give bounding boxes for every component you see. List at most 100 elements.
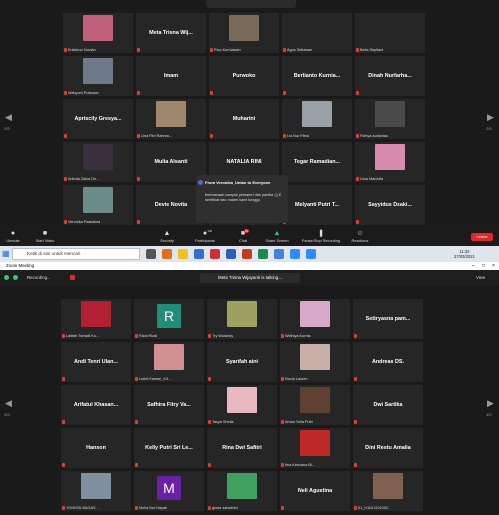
participant-tile[interactable]: Andreas DS. [352, 341, 424, 383]
app-icon-2[interactable] [274, 249, 284, 259]
participant-tile[interactable]: Rina Dwi Safitri [206, 427, 278, 469]
participant-tile[interactable]: Dinah Nurfarha... [354, 55, 426, 97]
participant-name: Muharini [232, 116, 256, 122]
participant-tile[interactable]: Apriscily Gresya... [62, 98, 134, 140]
pause-icon: ❚ [318, 230, 324, 237]
mic-muted-icon [137, 48, 140, 52]
participant-label: 01_H1101201002... [358, 506, 392, 510]
mic-muted-icon [137, 177, 140, 181]
recording-status[interactable]: Recording... [27, 275, 51, 280]
chrome-icon[interactable] [210, 249, 220, 259]
zoom-icon[interactable] [290, 249, 300, 259]
task-view-icon[interactable] [146, 249, 156, 259]
participant-tile[interactable]: Lisia Marchita [354, 141, 426, 183]
prev-page-icon-bottom[interactable]: ◀ [5, 398, 12, 409]
windows-start-icon[interactable]: ▦ [2, 250, 10, 258]
participant-tile[interactable]: Rico Kurniawan [208, 12, 280, 54]
participant-label: Widhiya Kurnia [285, 334, 311, 338]
unmute-button[interactable]: ● Unmute [2, 228, 24, 246]
excel-icon[interactable] [258, 249, 268, 259]
participant-label: Bella Septiani [360, 48, 384, 52]
participant-tile[interactable]: R Rizal Rizal [133, 298, 205, 340]
participant-tile[interactable]: gloria sabathini [206, 470, 278, 512]
chat-popup[interactable]: From Veronika_Untan to Everyone terimaka… [196, 175, 288, 223]
participant-tile[interactable]: Arifatul Khasan... [60, 384, 132, 426]
participant-tile[interactable]: Agus Setiawan [281, 12, 353, 54]
participant-tile[interactable]: Sayyidus Dzaki... [354, 184, 426, 226]
participant-tile[interactable]: Hanson [60, 427, 132, 469]
participant-tile[interactable]: Dini Restu Amalia [352, 427, 424, 469]
participant-tile[interactable]: Lia Nur Fitria [281, 98, 353, 140]
participant-tile[interactable]: Safhira Fitry Va... [133, 384, 205, 426]
participant-tile[interactable]: Novia Lauren [279, 341, 351, 383]
share-screen-button[interactable]: ▲ Share Screen [260, 228, 294, 246]
taskbar-clock[interactable]: 11:32 27/03/2021 [454, 249, 475, 259]
folder-icon[interactable] [178, 249, 188, 259]
participant-label: Tasya Sheila [212, 420, 234, 424]
participant-tile[interactable]: Berlianto Kurnia... [281, 55, 353, 97]
participant-tile[interactable]: Ima Kencana Bi... [279, 427, 351, 469]
participant-tile[interactable]: Adinda Zakia Dri... [62, 141, 134, 183]
pause-recording-button[interactable]: ❚ Pause/Stop Recording [296, 228, 346, 246]
shield-check-icon[interactable] [13, 275, 18, 280]
mic-muted-icon [283, 134, 286, 138]
close-icon[interactable]: × [492, 262, 495, 270]
participant-tile[interactable]: Meta Trisna Wij... [135, 12, 207, 54]
participant-name: Safhira Fitry Va... [147, 402, 191, 408]
mic-muted-icon [281, 377, 284, 381]
participant-video [373, 473, 403, 499]
participant-tile[interactable]: Imam [135, 55, 207, 97]
participant-tile[interactable]: YOHISSI BAGAS ... [60, 470, 132, 512]
participant-tile[interactable]: Tasya Sheila [206, 384, 278, 426]
security-button[interactable]: ▲ Security [156, 228, 178, 246]
participant-tile[interactable]: Kristiono Novian [62, 12, 134, 54]
participant-tile[interactable]: Muharini [208, 98, 280, 140]
participant-tile[interactable]: Luthfi Kamari_K3... [133, 341, 205, 383]
leave-button[interactable]: Leave [471, 233, 493, 241]
participant-tile[interactable]: Andi Tenri Ulan... [60, 341, 132, 383]
participant-tile[interactable]: Neli Agustina [279, 470, 351, 512]
powerpoint-icon[interactable] [242, 249, 252, 259]
next-page-icon[interactable]: ▶ [487, 112, 494, 123]
taskbar-search-input[interactable]: Ketik di sini untuk mencari [12, 248, 140, 260]
participant-tile[interactable]: Try Wulandy [206, 298, 278, 340]
participant-tile[interactable]: Bella Septiani [354, 12, 426, 54]
participants-button[interactable]: ● 106 Participants [190, 228, 220, 246]
next-page-icon-bottom[interactable]: ▶ [487, 398, 494, 409]
participant-name: Syarifah aini [225, 359, 259, 365]
participant-tile[interactable]: Tegar Ramadian... [281, 141, 353, 183]
shield-icon: ▲ [163, 230, 171, 237]
participant-tile[interactable]: Fidhya Aulianisa [354, 98, 426, 140]
participant-tile[interactable]: Settryasna pam... [352, 298, 424, 340]
participant-tile[interactable]: Dwi Sartika [352, 384, 424, 426]
participant-tile[interactable]: 01_H1101201002... [352, 470, 424, 512]
reactions-button[interactable]: ☺ Reactions [346, 228, 374, 246]
participant-label: Agus Setiawan [287, 48, 313, 52]
participant-tile[interactable]: Kelly Putri Sri Le... [133, 427, 205, 469]
participant-tile[interactable]: Lina Fitri Rahma... [135, 98, 207, 140]
participant-tile[interactable]: Amsa Yulia Putri [279, 384, 351, 426]
participant-tile[interactable]: Syarifah aini [206, 341, 278, 383]
stop-recording-icon[interactable] [70, 275, 75, 280]
participant-tile[interactable]: Widhiya Kurnia [279, 298, 351, 340]
maximize-icon[interactable]: □ [482, 262, 485, 270]
participant-label: Ima Kencana Bi... [285, 463, 315, 467]
participant-video [83, 58, 113, 84]
chat-button[interactable]: ■ 10 Chat [232, 228, 254, 246]
minimize-icon[interactable]: – [472, 262, 475, 270]
participant-tile[interactable]: Melyanti Putri T... [281, 184, 353, 226]
participant-tile[interactable]: Veronika Paskalina [62, 184, 134, 226]
word-icon[interactable] [226, 249, 236, 259]
app-icon-1[interactable] [162, 249, 172, 259]
participant-tile[interactable]: Latifah Tomaili Ku... [60, 298, 132, 340]
participant-label: YOHISSI BAGAS ... [66, 506, 100, 510]
zoom-icon-2[interactable] [306, 249, 316, 259]
prev-page-icon[interactable]: ◀ [5, 112, 12, 123]
participant-tile[interactable]: Wahyuni Prabowo [62, 55, 134, 97]
participant-tile[interactable]: Purwoko [208, 55, 280, 97]
edge-icon[interactable] [194, 249, 204, 259]
view-button[interactable]: View [476, 275, 485, 280]
encryption-icon[interactable] [4, 275, 9, 280]
participant-tile[interactable]: M Mulia Nur Hayati [133, 470, 205, 512]
start-video-button[interactable]: ■ Start Video [30, 228, 60, 246]
